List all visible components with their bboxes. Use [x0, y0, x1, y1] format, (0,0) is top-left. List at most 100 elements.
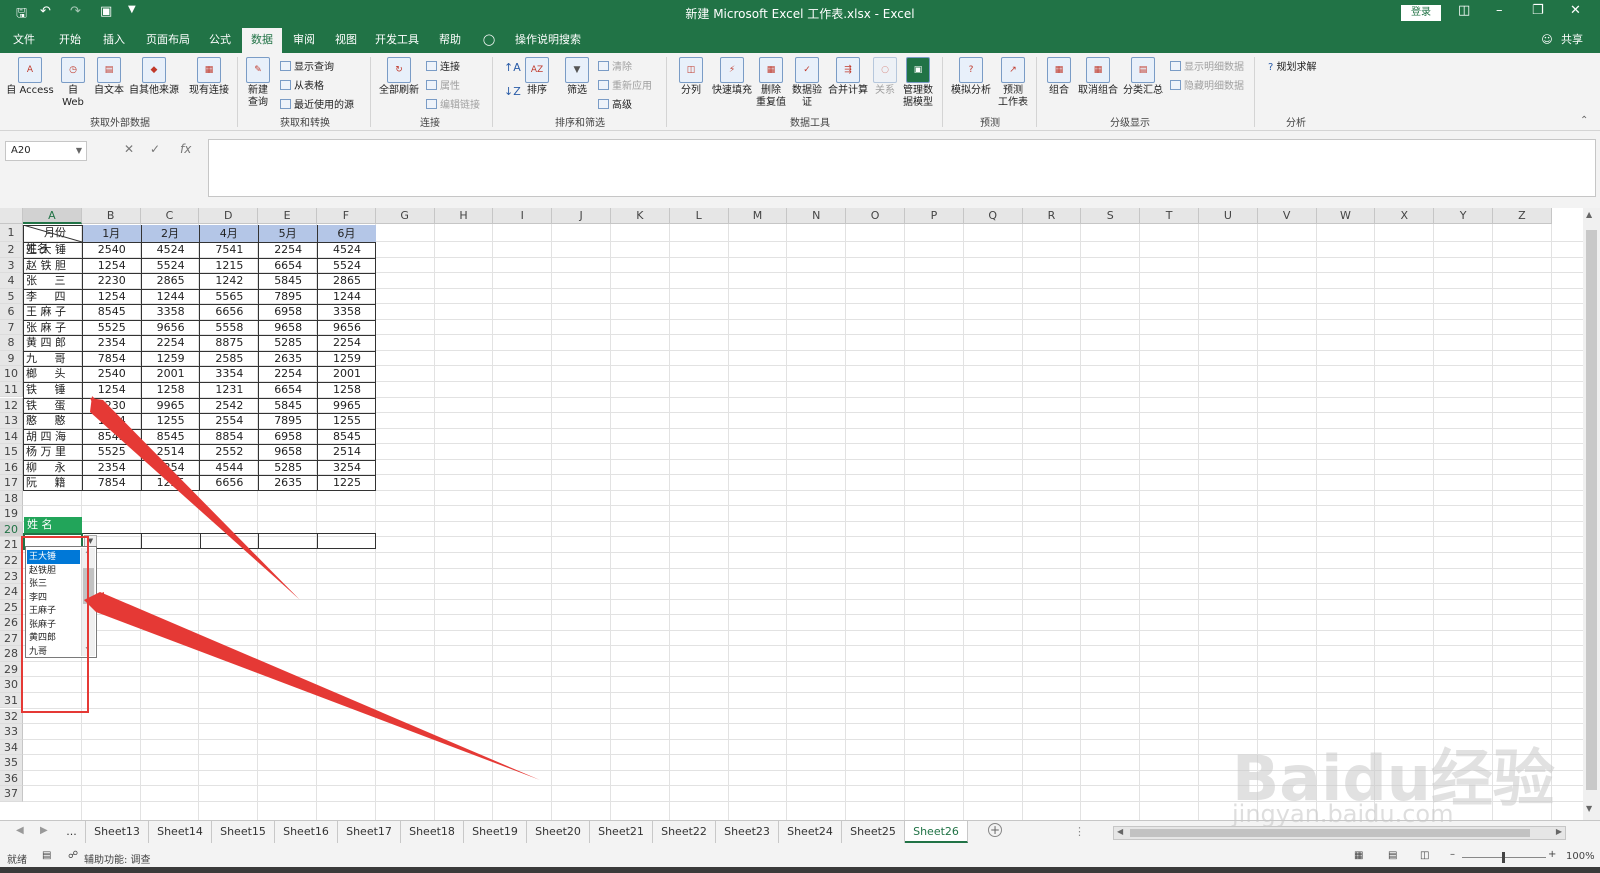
sheet-tab-sheet17[interactable]: Sheet17 — [338, 821, 401, 843]
row-header-8[interactable]: 8 — [0, 335, 23, 351]
employee-name-cell[interactable]: 王 麻 子 — [26, 304, 81, 320]
row-header-16[interactable]: 16 — [0, 459, 23, 476]
column-header-y[interactable]: Y — [1434, 208, 1493, 224]
from-access-button[interactable]: A 自 Access — [6, 57, 54, 97]
tab-data[interactable]: 数据 — [242, 28, 282, 53]
row-header-4[interactable]: 4 — [0, 273, 23, 289]
column-header-z[interactable]: Z — [1493, 208, 1552, 224]
dropdown-option[interactable]: 王麻子 — [27, 604, 80, 618]
restore-icon[interactable]: ❐ — [1532, 3, 1544, 18]
sheet-tab-sheet13[interactable]: Sheet13 — [86, 821, 149, 843]
value-cell[interactable]: 5525 — [98, 444, 140, 460]
row-header-27[interactable]: 27 — [0, 630, 23, 647]
value-cell[interactable]: 2230 — [98, 398, 140, 414]
show-detail-button[interactable]: 显示明细数据 — [1170, 58, 1244, 73]
value-cell[interactable]: 1258 — [157, 382, 199, 398]
value-cell[interactable]: 6654 — [274, 382, 316, 398]
sheet-tab-sheet21[interactable]: Sheet21 — [590, 821, 653, 843]
hide-detail-button[interactable]: 隐藏明细数据 — [1170, 77, 1244, 92]
column-header-w[interactable]: W — [1316, 208, 1376, 224]
row-header-3[interactable]: 3 — [0, 257, 23, 274]
name-box[interactable]: A20 ▼ — [5, 141, 87, 161]
value-cell[interactable]: 5285 — [274, 335, 316, 351]
row-header-10[interactable]: 10 — [0, 366, 23, 382]
column-header-k[interactable]: K — [611, 208, 670, 224]
row-header-30[interactable]: 30 — [0, 677, 23, 693]
dropdown-option[interactable]: 九哥 — [27, 645, 80, 659]
value-cell[interactable]: 1259 — [157, 351, 199, 367]
value-cell[interactable]: 6656 — [215, 304, 257, 320]
employee-name-cell[interactable]: 榔 头 — [26, 366, 81, 382]
tab-review[interactable]: 审阅 — [286, 26, 322, 53]
zoom-level[interactable]: 100% — [1566, 851, 1595, 862]
value-cell[interactable]: 1244 — [333, 289, 375, 305]
dropdown-scrollbar[interactable]: ⌃ ⌄ — [81, 548, 95, 656]
value-cell[interactable]: 5524 — [333, 258, 375, 274]
row-header-26[interactable]: 26 — [0, 615, 23, 631]
ribbon-display-icon[interactable]: ◫ — [1458, 3, 1470, 18]
value-cell[interactable]: 6958 — [274, 429, 316, 445]
minimize-icon[interactable]: – — [1496, 3, 1503, 18]
value-cell[interactable]: 3254 — [333, 460, 375, 476]
tab-insert[interactable]: 插入 — [96, 26, 132, 53]
zoom-in-icon[interactable]: + — [1548, 849, 1556, 860]
employee-name-cell[interactable]: 杨 万 里 — [26, 444, 81, 460]
value-cell[interactable]: 7895 — [274, 413, 316, 429]
column-header-j[interactable]: J — [552, 208, 611, 224]
column-header-v[interactable]: V — [1257, 208, 1317, 224]
row-header-5[interactable]: 5 — [0, 288, 23, 305]
value-cell[interactable]: 7895 — [274, 289, 316, 305]
employee-name-cell[interactable]: 九 哥 — [26, 351, 81, 367]
next-sheet-icon[interactable]: ▶ — [40, 825, 48, 836]
row-header-15[interactable]: 15 — [0, 444, 23, 460]
zoom-slider-thumb[interactable] — [1502, 852, 1505, 863]
column-header-r[interactable]: R — [1022, 208, 1082, 224]
value-cell[interactable]: 8545 — [157, 429, 199, 445]
row-header-25[interactable]: 25 — [0, 599, 23, 616]
month-header-cell[interactable]: 4月 — [199, 225, 259, 242]
row-header-31[interactable]: 31 — [0, 692, 23, 709]
scroll-right-icon[interactable]: ▶ — [1556, 827, 1562, 836]
value-cell[interactable]: 1255 — [333, 413, 375, 429]
dropdown-option[interactable]: 赵铁胆 — [27, 564, 80, 578]
close-icon[interactable]: ✕ — [1570, 3, 1581, 18]
employee-name-cell[interactable]: 阮 籍 — [26, 475, 81, 491]
value-cell[interactable]: 2554 — [215, 413, 257, 429]
value-cell[interactable]: 6958 — [274, 304, 316, 320]
value-cell[interactable]: 2585 — [215, 351, 257, 367]
add-sheet-icon[interactable]: + — [988, 823, 1002, 837]
value-cell[interactable]: 7854 — [98, 351, 140, 367]
value-cell[interactable]: 1254 — [98, 382, 140, 398]
row-header-28[interactable]: 28 — [0, 646, 23, 662]
dropdown-option[interactable]: 李四 — [27, 591, 80, 605]
employee-name-cell[interactable]: 胡 四 海 — [26, 429, 81, 445]
cancel-icon[interactable]: ✕ — [124, 142, 134, 156]
value-cell[interactable]: 1258 — [333, 382, 375, 398]
group-button[interactable]: ▦ 组合 — [1044, 57, 1074, 97]
employee-name-cell[interactable]: 黄 四 郎 — [26, 335, 81, 351]
column-header-q[interactable]: Q — [963, 208, 1023, 224]
value-cell[interactable]: 2865 — [333, 273, 375, 289]
filter-button[interactable]: ▼ 筛选 — [562, 57, 592, 97]
row-header-23[interactable]: 23 — [0, 568, 23, 585]
what-if-analysis-button[interactable]: ? 模拟分析 — [950, 57, 992, 97]
value-cell[interactable]: 2254 — [157, 335, 199, 351]
month-header-cell[interactable]: 2月 — [140, 225, 200, 242]
text-to-columns-button[interactable]: ◫ 分列 — [676, 57, 706, 97]
column-header-s[interactable]: S — [1081, 208, 1141, 224]
prev-sheet-icon[interactable]: ◀ — [16, 825, 24, 836]
row-header-22[interactable]: 22 — [0, 553, 23, 569]
manage-data-model-button[interactable]: ▣ 管理数 据模型 — [900, 57, 936, 109]
column-header-g[interactable]: G — [375, 208, 435, 224]
sheet-tab-sheet15[interactable]: Sheet15 — [212, 821, 275, 843]
value-cell[interactable]: 8545 — [98, 304, 140, 320]
vertical-scrollbar[interactable]: ▲ ▼ — [1583, 208, 1600, 820]
existing-connections-button[interactable]: ▦ 现有连接 — [186, 57, 232, 97]
month-header-cell[interactable]: 1月 — [81, 225, 141, 242]
tell-me-search[interactable]: 操作说明搜索 — [500, 26, 596, 53]
value-cell[interactable]: 5845 — [274, 273, 316, 289]
sort-descending-icon[interactable]: ↓Z — [504, 85, 521, 98]
sheet-tab-sheet20[interactable]: Sheet20 — [527, 821, 590, 843]
ungroup-button[interactable]: ▦ 取消组合 — [1076, 57, 1120, 97]
column-header-l[interactable]: L — [669, 208, 729, 224]
